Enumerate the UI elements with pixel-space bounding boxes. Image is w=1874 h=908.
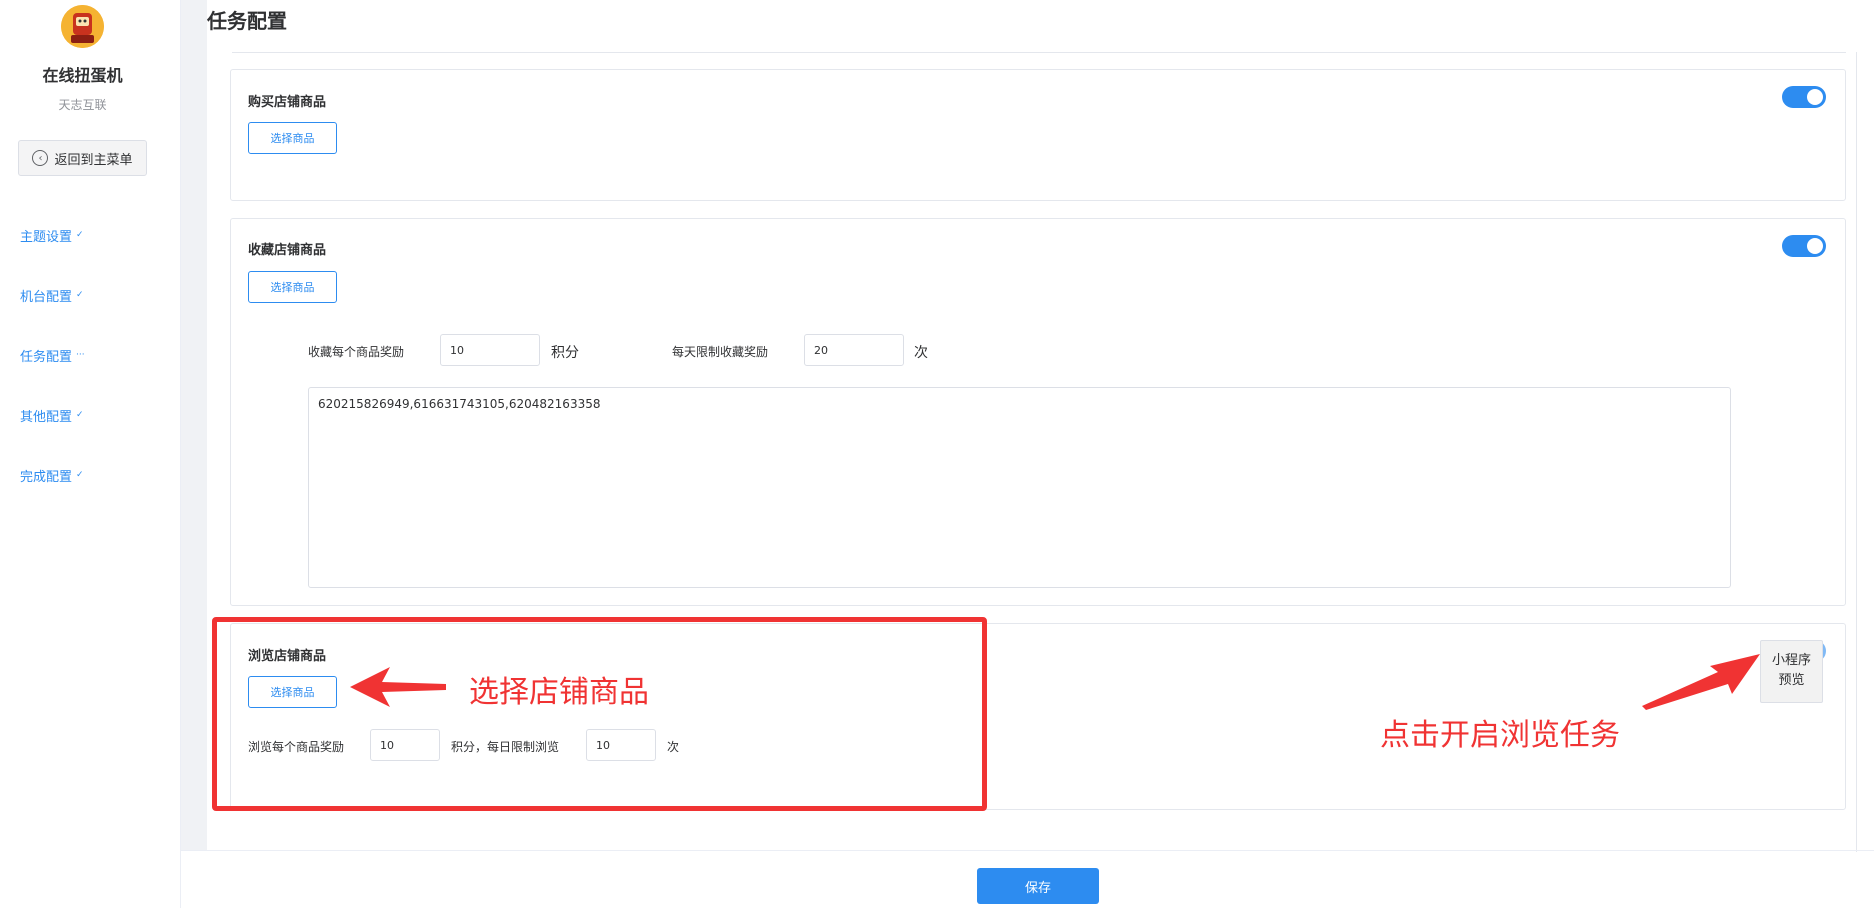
back-to-main-menu-button[interactable]: ‹ 返回到主菜单 (18, 140, 147, 176)
check-icon: ✓ (76, 290, 84, 300)
annotation-enable-browse: 点击开启浏览任务 (1380, 718, 1620, 753)
goods-ids-textarea[interactable]: 620215826949,616631743105,620482163358 (308, 387, 1731, 588)
sidebar-item-label: 任务配置 (20, 349, 73, 365)
sidebar: 在线扭蛋机 天志互联 ‹ 返回到主菜单 主题设置 ✓ 机台配置 ✓ 任务配置 ·… (0, 0, 181, 908)
sidebar-item-label: 完成配置 (20, 469, 73, 485)
footer-divider (181, 850, 1874, 851)
reward-points-input[interactable] (440, 334, 540, 366)
sidebar-item-theme[interactable]: 主题设置 ✓ (20, 205, 85, 265)
enable-toggle[interactable] (1782, 86, 1826, 108)
sidebar-item-machine[interactable]: 机台配置 ✓ (20, 265, 85, 325)
sidebar-menu: 主题设置 ✓ 机台配置 ✓ 任务配置 ··· 其他配置 ✓ 完成配置 ✓ (20, 205, 85, 505)
annotation-arrow-up-right-icon (1642, 654, 1760, 710)
task-card-favorite: 收藏店铺商品 选择商品 收藏每个商品奖励 积分 每天限制收藏奖励 次 62021… (230, 218, 1846, 606)
scrollbar-track[interactable] (1856, 52, 1857, 852)
check-icon: ✓ (76, 470, 84, 480)
shop-avatar (61, 5, 104, 48)
page-title: 任务配置 (207, 9, 287, 33)
sidebar-item-label: 其他配置 (20, 409, 73, 425)
shop-name: 在线扭蛋机 (42, 66, 123, 85)
enable-toggle[interactable] (1782, 235, 1826, 257)
annotation-highlight-box (212, 617, 987, 811)
check-icon: ✓ (76, 230, 84, 240)
sidebar-item-other[interactable]: 其他配置 ✓ (20, 385, 85, 445)
header-divider (232, 52, 1846, 53)
reward-unit: 积分 (551, 345, 579, 361)
task-card-buy: 购买店铺商品 选择商品 (230, 69, 1846, 201)
sidebar-item-label: 主题设置 (20, 229, 73, 245)
select-goods-button[interactable]: 选择商品 (248, 271, 337, 303)
shop-subtitle: 天志互联 (58, 98, 107, 112)
more-icon: ··· (76, 350, 85, 360)
chevron-left-circle-icon: ‹ (32, 150, 49, 166)
reward-label: 收藏每个商品奖励 (308, 345, 405, 359)
select-goods-button[interactable]: 选择商品 (248, 122, 337, 154)
card-title: 购买店铺商品 (248, 95, 327, 110)
annotation-arrow-left-icon (350, 667, 446, 707)
annotation-select-goods: 选择店铺商品 (469, 675, 649, 710)
preview-line1: 小程序 (1771, 653, 1811, 668)
daily-limit-input[interactable] (804, 334, 904, 366)
back-button-label: 返回到主菜单 (54, 152, 133, 168)
sidebar-item-task[interactable]: 任务配置 ··· (20, 325, 85, 385)
sidebar-item-finish[interactable]: 完成配置 ✓ (20, 445, 85, 505)
preview-line2: 预览 (1778, 673, 1805, 688)
content-gutter (181, 0, 207, 850)
limit-unit: 次 (914, 345, 928, 361)
save-button[interactable]: 保存 (977, 868, 1099, 904)
limit-label: 每天限制收藏奖励 (672, 345, 769, 359)
mini-program-preview-button[interactable]: 小程序 预览 (1760, 640, 1823, 703)
card-title: 收藏店铺商品 (248, 243, 327, 258)
sidebar-item-label: 机台配置 (20, 289, 73, 305)
check-icon: ✓ (76, 410, 84, 420)
